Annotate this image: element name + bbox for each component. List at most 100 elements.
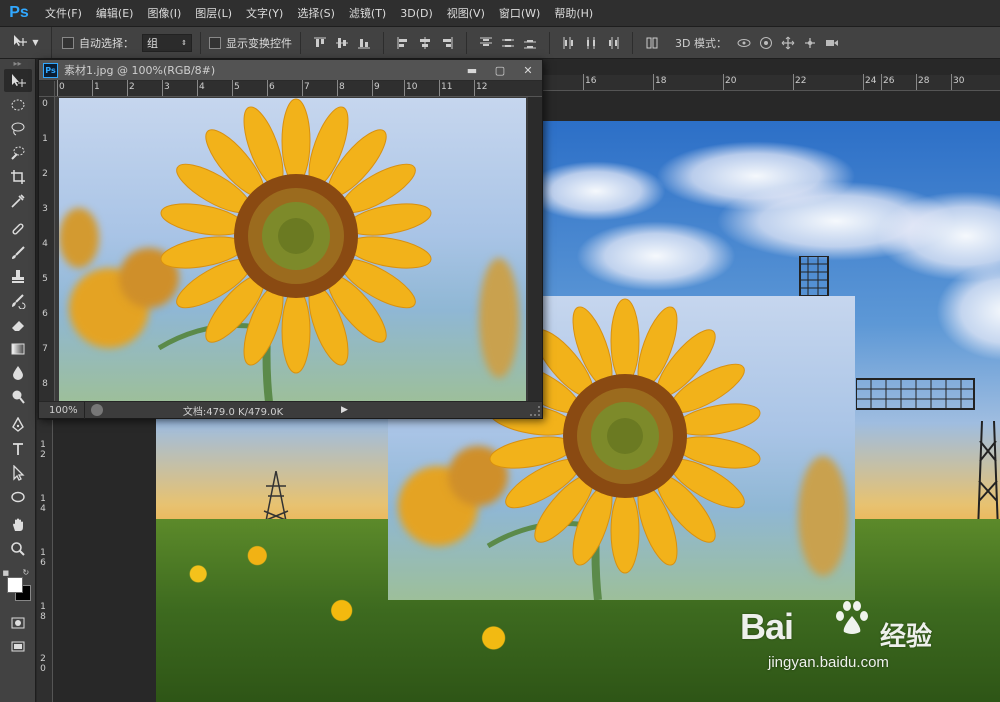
paw-icon (836, 601, 868, 634)
menu-edit[interactable]: 编辑(E) (89, 0, 141, 26)
align-left-button[interactable] (392, 32, 414, 54)
color-swatches[interactable]: ■ ↻ (3, 568, 33, 605)
eraser-tool[interactable] (4, 313, 32, 336)
distribute-hcenter-button[interactable] (580, 32, 602, 54)
ruler-label: 2 (40, 654, 46, 664)
brush-tool[interactable] (4, 241, 32, 264)
ruler-label: 3 (164, 82, 170, 92)
align-hcenter-button[interactable] (414, 32, 436, 54)
menu-filter[interactable]: 滤镜(T) (342, 0, 393, 26)
clone-stamp-tool[interactable] (4, 265, 32, 288)
distribute-top-icon (480, 37, 492, 46)
healing-brush-tool[interactable] (4, 217, 32, 240)
eraser-icon (11, 320, 24, 331)
move-tool[interactable] (3, 69, 32, 92)
3d-rotate-button[interactable] (733, 32, 755, 54)
menu-select[interactable]: 选择(S) (290, 0, 342, 26)
3d-pan-button[interactable] (777, 32, 799, 54)
ruler-label: 2 (40, 450, 46, 460)
shape-tool[interactable] (4, 485, 32, 508)
distribute-bottom-button[interactable] (519, 32, 541, 54)
path-select-tool[interactable] (4, 461, 32, 484)
pen-tool[interactable] (4, 413, 32, 436)
auto-align-icon (646, 37, 658, 48)
quick-mask-button[interactable] (4, 611, 32, 634)
ruler-label: 8 (40, 612, 46, 622)
menu-type[interactable]: 文字(Y) (239, 0, 290, 26)
default-colors-icon[interactable]: ■ (3, 569, 10, 577)
align-top-button[interactable] (309, 32, 331, 54)
status-menu-arrow-icon[interactable]: ▶ (341, 405, 348, 415)
status-info-icon[interactable] (91, 404, 103, 416)
floating-document-window[interactable]: Ps 素材1.jpg @ 100%(RGB/8#) ▬ ▢ ✕ 0 1 2 3 … (38, 59, 543, 419)
panel-grip[interactable]: ▸▸ (0, 59, 35, 69)
distribute-right-button[interactable] (602, 32, 624, 54)
tools-panel: ▸▸ ■ ↻ (0, 59, 36, 702)
document-title-bar[interactable]: Ps 素材1.jpg @ 100%(RGB/8#) ▬ ▢ ✕ (39, 60, 542, 81)
gradient-tool[interactable] (4, 337, 32, 360)
screen-mode-icon (11, 641, 24, 651)
options-bar: ▼ 自动选择： 组 ⇕ 显示变换控件 3D 模式： (0, 26, 1000, 59)
history-brush-tool[interactable] (4, 289, 32, 312)
distribute-top-button[interactable] (475, 32, 497, 54)
menu-layer[interactable]: 图层(L) (188, 0, 239, 26)
menu-help[interactable]: 帮助(H) (547, 0, 600, 26)
marquee-tool[interactable] (4, 93, 32, 116)
cloud (576, 221, 736, 291)
menu-image[interactable]: 图像(I) (140, 0, 188, 26)
main-ruler-horizontal: 16 18 20 22 24 26 28 30 (543, 74, 1000, 91)
align-vcenter-icon (336, 37, 348, 48)
tool-preset-picker[interactable]: ▼ (0, 27, 52, 58)
distribute-left-button[interactable] (558, 32, 580, 54)
zoom-tool[interactable] (4, 537, 32, 560)
ruler-label: 1 (94, 82, 100, 92)
quick-select-tool[interactable] (4, 141, 32, 164)
menu-view[interactable]: 视图(V) (440, 0, 492, 26)
type-tool[interactable] (4, 437, 32, 460)
hand-tool[interactable] (4, 513, 32, 536)
3d-slide-button[interactable] (799, 32, 821, 54)
crop-tool[interactable] (4, 165, 32, 188)
auto-select-checkbox[interactable] (62, 36, 74, 49)
align-right-button[interactable] (436, 32, 458, 54)
close-icon: ✕ (523, 63, 533, 77)
close-button[interactable]: ✕ (514, 60, 542, 81)
minimize-button[interactable]: ▬ (458, 60, 486, 81)
menu-file[interactable]: 文件(F) (38, 0, 89, 26)
auto-select-dropdown[interactable]: 组 ⇕ (142, 33, 192, 52)
align-bottom-button[interactable] (353, 32, 375, 54)
menu-3d[interactable]: 3D(D) (393, 0, 440, 26)
3d-pan-icon (781, 36, 795, 49)
3d-roll-button[interactable] (755, 32, 777, 54)
screen-mode-button[interactable] (4, 635, 32, 658)
distribute-vcenter-button[interactable] (497, 32, 519, 54)
document-canvas[interactable] (59, 98, 526, 402)
auto-align-button[interactable] (641, 32, 663, 54)
menu-window[interactable]: 窗口(W) (492, 0, 547, 26)
resize-grip[interactable] (530, 406, 540, 416)
maximize-button[interactable]: ▢ (486, 60, 514, 81)
3d-scale-button[interactable] (821, 32, 843, 54)
distribute-hcenter-icon (587, 36, 595, 49)
separator (383, 31, 384, 54)
eyedropper-tool[interactable] (4, 189, 32, 212)
ruler-label: 4 (42, 239, 48, 249)
blur-tool[interactable] (4, 361, 32, 384)
show-transform-checkbox[interactable] (209, 36, 221, 49)
lasso-tool[interactable] (4, 117, 32, 140)
align-vcenter-button[interactable] (331, 32, 353, 54)
ruler-origin[interactable] (39, 81, 55, 97)
ruler-label: 4 (40, 504, 46, 514)
zoom-level[interactable]: 100% (39, 401, 85, 419)
ruler-label: 5 (234, 82, 240, 92)
align-left-icon (397, 36, 407, 49)
dodge-tool[interactable] (4, 385, 32, 408)
vertical-scrollbar[interactable] (528, 97, 542, 402)
foreground-color-swatch[interactable] (6, 577, 23, 593)
swap-colors-icon[interactable]: ↻ (23, 568, 30, 577)
main-ruler-vertical: 1 2 1 4 1 6 1 8 2 0 (37, 420, 53, 702)
brush-icon (11, 245, 25, 259)
video-camera-icon (825, 39, 838, 46)
ruler-label: 1 (40, 494, 46, 504)
water-drop-icon (12, 365, 23, 380)
